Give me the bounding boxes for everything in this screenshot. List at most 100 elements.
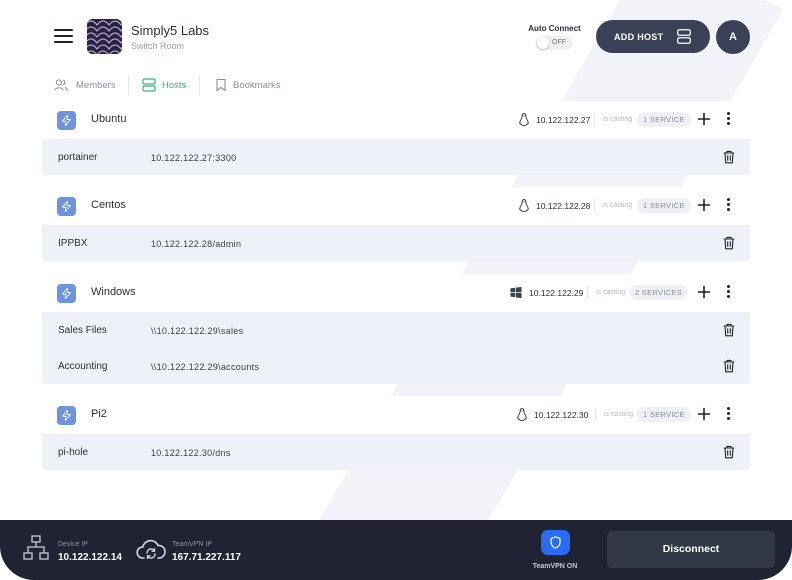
linux-icon [517, 408, 527, 421]
trash-icon[interactable] [723, 359, 735, 373]
service-name: IPPBX [58, 238, 88, 249]
bookmark-icon [216, 78, 226, 92]
service-address: \\10.122.122.29\accounts [151, 362, 260, 372]
casting-label: is casting [596, 289, 626, 296]
service-name: Accounting [58, 361, 108, 372]
host-header[interactable]: Centos 10.122.122.28 is casting 1 SERVIC… [42, 187, 750, 225]
divider [595, 408, 596, 421]
more-options-icon[interactable] [724, 198, 732, 213]
trash-icon[interactable] [723, 150, 735, 164]
linux-icon [519, 113, 529, 126]
app-window: Simply5 Labs Switch Room Auto Connect OF… [0, 0, 792, 580]
service-name: portainer [58, 152, 98, 163]
service-address: \\10.122.122.29\sales [151, 326, 244, 336]
add-service-icon[interactable] [697, 285, 711, 299]
vpn-shield-button[interactable] [541, 530, 570, 555]
teamvpn-ip-label: TeamVPN IP [172, 541, 213, 548]
tab-divider [199, 75, 200, 95]
toggle-knob [537, 37, 549, 49]
casting-label: is casting [604, 411, 634, 418]
user-avatar[interactable]: A [716, 20, 750, 54]
lightning-icon [57, 111, 76, 130]
service-count-badge: 2 SERVICES [629, 285, 689, 300]
divider [594, 199, 595, 212]
host-header[interactable]: Ubuntu 10.122.122.27 is casting 1 SERVIC… [42, 101, 750, 139]
network-icon [23, 535, 49, 560]
users-icon [54, 79, 68, 91]
divider [587, 286, 588, 299]
host-name: Pi2 [91, 408, 107, 420]
status-footer: Device IP 10.122.122.14 TeamVPN IP 167.7… [0, 520, 792, 580]
service-name: pi-hole [58, 447, 89, 458]
tab-members-label: Members [76, 80, 116, 91]
host-card: Centos 10.122.122.28 is casting 1 SERVIC… [42, 187, 750, 261]
windows-icon [510, 286, 522, 299]
service-name: Sales Files [58, 325, 107, 336]
header: Simply5 Labs Switch Room Auto Connect OF… [0, 0, 792, 72]
shield-icon [550, 536, 561, 549]
room-logo [87, 19, 122, 54]
service-row[interactable]: pi-hole 10.122.122.30/dns [42, 434, 750, 470]
host-ip: 10.122.122.30 [534, 410, 589, 420]
lightning-icon [57, 284, 76, 303]
host-header[interactable]: Pi2 10.122.122.30 is casting 1 SERVICE [42, 396, 750, 434]
tab-hosts[interactable]: Hosts [142, 75, 190, 95]
linux-icon [519, 199, 529, 212]
auto-connect-label: Auto Connect [528, 24, 581, 33]
add-service-icon[interactable] [697, 112, 711, 126]
host-card: Windows 10.122.122.29 is casting 2 SERVI… [42, 274, 750, 384]
tab-bookmarks[interactable]: Bookmarks [214, 75, 286, 95]
service-row[interactable]: portainer 10.122.122.27:3300 [42, 139, 750, 175]
more-options-icon[interactable] [724, 285, 732, 300]
add-service-icon[interactable] [697, 198, 711, 212]
more-options-icon[interactable] [724, 407, 732, 422]
divider [594, 113, 595, 126]
service-row[interactable]: Sales Files \\10.122.122.29\sales [42, 312, 750, 348]
host-ip: 10.122.122.27 [536, 115, 591, 125]
vpn-status: TeamVPN ON [532, 563, 578, 570]
device-ip-label: Device IP [58, 541, 88, 548]
host-name: Windows [91, 286, 136, 298]
host-header[interactable]: Windows 10.122.122.29 is casting 2 SERVI… [42, 274, 750, 312]
tab-bookmarks-label: Bookmarks [233, 80, 281, 91]
lightning-icon [57, 406, 76, 425]
more-options-icon[interactable] [724, 112, 732, 127]
tab-hosts-label: Hosts [162, 80, 187, 91]
cloud-sync-icon [136, 539, 166, 559]
service-address: 10.122.122.27:3300 [151, 153, 237, 163]
service-count-badge: 1 SERVICE [637, 198, 691, 213]
trash-icon[interactable] [723, 323, 735, 337]
host-name: Ubuntu [91, 113, 127, 125]
tab-members[interactable]: Members [54, 75, 118, 95]
trash-icon[interactable] [723, 445, 735, 459]
auto-connect-toggle[interactable]: OFF [536, 36, 573, 50]
host-card: Pi2 10.122.122.30 is casting 1 SERVICE p… [42, 396, 750, 470]
service-count-badge: 1 SERVICE [637, 112, 691, 127]
add-host-button[interactable]: ADD HOST [596, 20, 710, 53]
tab-divider [128, 75, 129, 95]
server-icon [677, 29, 691, 44]
add-host-label: ADD HOST [614, 32, 664, 42]
service-count-badge: 1 SERVICE [637, 407, 691, 422]
teamvpn-ip-value: 167.71.227.117 [172, 552, 241, 563]
server-icon [142, 78, 156, 92]
host-ip: 10.122.122.28 [536, 201, 591, 211]
host-card: Ubuntu 10.122.122.27 is casting 1 SERVIC… [42, 101, 750, 175]
host-ip: 10.122.122.29 [529, 288, 584, 298]
trash-icon[interactable] [723, 236, 735, 250]
disconnect-button[interactable]: Disconnect [607, 531, 775, 568]
add-service-icon[interactable] [697, 407, 711, 421]
service-row[interactable]: IPPBX 10.122.122.28/admin [42, 225, 750, 261]
service-address: 10.122.122.30/dns [151, 448, 231, 458]
toggle-state: OFF [552, 39, 566, 46]
service-row[interactable]: Accounting \\10.122.122.29\accounts [42, 348, 750, 384]
casting-label: is casting [603, 116, 633, 123]
room-title: Simply5 Labs [131, 23, 210, 38]
room-subtitle: Switch Room [131, 41, 185, 51]
host-name: Centos [91, 199, 126, 211]
lightning-icon [57, 197, 76, 216]
casting-label: is casting [603, 202, 633, 209]
hamburger-menu-icon[interactable] [54, 29, 73, 43]
service-address: 10.122.122.28/admin [151, 239, 242, 249]
device-ip-value: 10.122.122.14 [58, 552, 122, 563]
